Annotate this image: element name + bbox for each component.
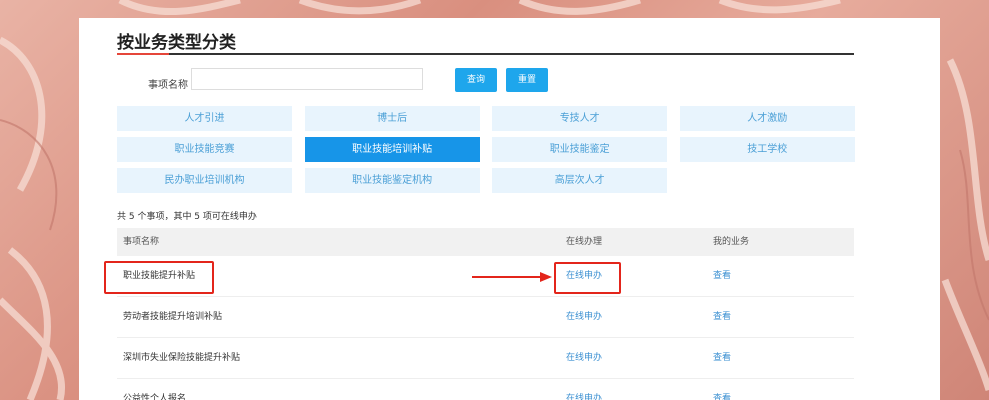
header-my-business: 我的业务 bbox=[713, 237, 750, 247]
table-row: 深圳市失业保险技能提升补贴 在线申办 查看 bbox=[117, 338, 854, 379]
search-label: 事项名称 bbox=[148, 80, 188, 91]
apply-online-link[interactable]: 在线申办 bbox=[566, 379, 602, 400]
table-header: 事项名称 在线办理 我的业务 bbox=[117, 228, 854, 256]
apply-online-link[interactable]: 在线申办 bbox=[566, 297, 602, 337]
row-item-name[interactable]: 劳动者技能提升培训补贴 bbox=[123, 297, 222, 337]
main-panel: 按业务类型分类 事项名称 查询 重置 人才引进 博士后 专技人才 人才激励 职业… bbox=[79, 18, 940, 400]
items-table: 事项名称 在线办理 我的业务 职业技能提升补贴 在线申办 查看 劳动者技能提升培… bbox=[117, 228, 854, 400]
view-link[interactable]: 查看 bbox=[713, 256, 731, 296]
category-grid: 人才引进 博士后 专技人才 人才激励 职业技能竞赛 职业技能培训补贴 职业技能鉴… bbox=[117, 106, 855, 193]
category-professional-talent[interactable]: 专技人才 bbox=[492, 106, 668, 131]
highlight-box-item-name bbox=[104, 261, 214, 294]
search-input[interactable] bbox=[191, 68, 423, 90]
result-summary: 共 5 个事项，其中 5 项可在线申办 bbox=[117, 212, 257, 222]
category-high-level-talent[interactable]: 高层次人才 bbox=[492, 168, 668, 193]
row-item-name[interactable]: 深圳市失业保险技能提升补贴 bbox=[123, 338, 240, 378]
table-row: 劳动者技能提升培训补贴 在线申办 查看 bbox=[117, 297, 854, 338]
view-link[interactable]: 查看 bbox=[713, 297, 731, 337]
header-item-name: 事项名称 bbox=[123, 237, 160, 247]
category-skill-competition[interactable]: 职业技能竞赛 bbox=[117, 137, 292, 162]
title-divider bbox=[117, 53, 854, 55]
table-row: 公益性个人报名 在线申办 查看 bbox=[117, 379, 854, 400]
arrow-icon bbox=[472, 272, 552, 282]
category-appraisal-institution[interactable]: 职业技能鉴定机构 bbox=[304, 168, 480, 193]
reset-button[interactable]: 重置 bbox=[506, 68, 548, 92]
view-link[interactable]: 查看 bbox=[713, 379, 731, 400]
category-talent-introduction[interactable]: 人才引进 bbox=[117, 106, 292, 131]
category-private-training-institution[interactable]: 民办职业培训机构 bbox=[117, 168, 292, 193]
category-technical-school[interactable]: 技工学校 bbox=[679, 137, 855, 162]
header-online: 在线办理 bbox=[566, 237, 603, 247]
title-divider-accent bbox=[117, 53, 169, 55]
category-talent-incentive[interactable]: 人才激励 bbox=[679, 106, 855, 131]
query-button[interactable]: 查询 bbox=[455, 68, 497, 92]
page-title: 按业务类型分类 bbox=[117, 33, 236, 53]
view-link[interactable]: 查看 bbox=[713, 338, 731, 378]
category-postdoctoral[interactable]: 博士后 bbox=[304, 106, 480, 131]
apply-online-link[interactable]: 在线申办 bbox=[566, 338, 602, 378]
category-skill-appraisal[interactable]: 职业技能鉴定 bbox=[492, 137, 668, 162]
category-skill-training-subsidy[interactable]: 职业技能培训补贴 bbox=[304, 137, 480, 162]
row-item-name[interactable]: 公益性个人报名 bbox=[123, 379, 186, 400]
highlight-box-apply-online bbox=[554, 262, 621, 294]
